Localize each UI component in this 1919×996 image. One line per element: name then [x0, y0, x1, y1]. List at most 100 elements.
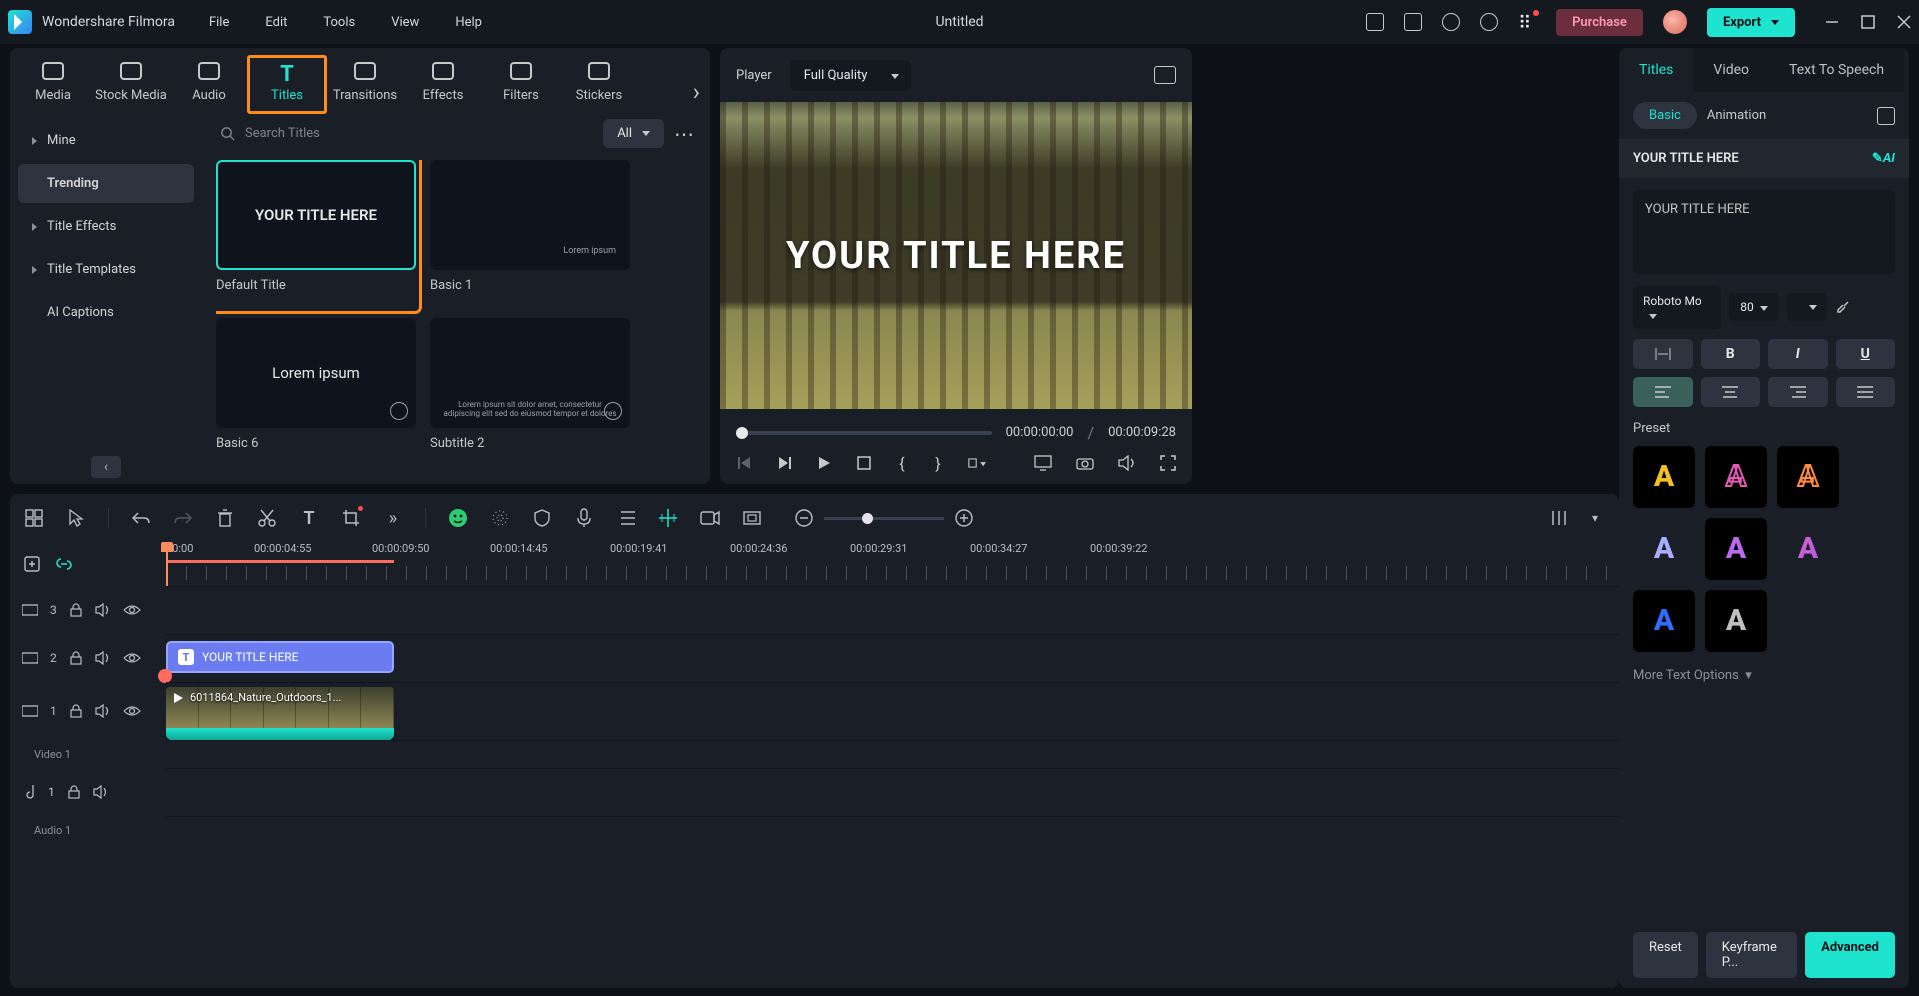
align-left-button[interactable]	[1633, 377, 1693, 407]
italic-button[interactable]: I	[1768, 339, 1828, 369]
title-thumbnail[interactable]: Lorem ipsum sit dolor amet, consectetur …	[430, 318, 630, 466]
track-mute-icon[interactable]	[95, 651, 111, 665]
layout-icon[interactable]	[24, 508, 44, 528]
export-button[interactable]: Export	[1707, 8, 1795, 37]
font-dropdown[interactable]: Roboto Mono	[1633, 286, 1721, 329]
category-mine[interactable]: Mine	[18, 121, 194, 160]
track-options-more-icon[interactable]: ▾	[1585, 508, 1605, 528]
tool-tab-stock-media[interactable]: Stock Media	[92, 56, 170, 113]
maximize-button[interactable]	[1861, 15, 1875, 29]
title-thumbnail[interactable]: Lorem ipsumBasic 1	[430, 160, 630, 308]
align-justify-button[interactable]	[1836, 377, 1896, 407]
cursor-icon[interactable]	[66, 508, 86, 528]
zoom-handle[interactable]	[862, 513, 873, 524]
minimize-button[interactable]	[1825, 15, 1839, 29]
tool-tab-filters[interactable]: Filters	[482, 56, 560, 113]
track-lane-3[interactable]	[166, 586, 1619, 634]
cut-icon[interactable]	[257, 508, 277, 528]
ai-edit-icon[interactable]: ✎AI	[1872, 151, 1895, 166]
headphones-icon[interactable]	[1480, 13, 1498, 31]
user-avatar[interactable]	[1663, 10, 1687, 34]
track-mute-icon[interactable]	[95, 704, 111, 718]
track-mute-icon[interactable]	[93, 785, 109, 799]
eyedropper-icon[interactable]	[1835, 299, 1851, 315]
keyframe-button[interactable]: Keyframe P...	[1706, 932, 1797, 978]
track-icon[interactable]	[22, 651, 38, 665]
download-icon[interactable]	[390, 402, 408, 420]
aspect-icon[interactable]	[742, 508, 762, 528]
prev-frame-icon[interactable]	[736, 454, 752, 472]
volume-icon[interactable]	[1118, 454, 1136, 472]
redo-icon[interactable]	[173, 508, 193, 528]
save-icon[interactable]	[1404, 13, 1422, 31]
filter-dropdown[interactable]: All	[603, 119, 664, 148]
inspector-tab-video[interactable]: Video	[1693, 48, 1769, 92]
record-icon[interactable]	[700, 508, 720, 528]
track-lock-icon[interactable]	[69, 651, 83, 665]
download-icon[interactable]	[604, 402, 622, 420]
sparkle-icon[interactable]	[490, 508, 510, 528]
video-clip-audio[interactable]	[166, 728, 394, 740]
close-button[interactable]	[1897, 15, 1911, 29]
tool-tab-effects[interactable]: Effects	[404, 56, 482, 113]
bold-button[interactable]: B	[1701, 339, 1761, 369]
scrubber[interactable]	[736, 431, 992, 435]
track-lane-2[interactable]: T YOUR TITLE HERE	[166, 634, 1619, 682]
add-track-icon[interactable]	[22, 554, 42, 574]
step-back-icon[interactable]	[776, 454, 792, 472]
timeline-more-icon[interactable]: »	[383, 508, 403, 528]
preset-swatch[interactable]: A	[1705, 590, 1767, 652]
stop-icon[interactable]	[856, 454, 872, 472]
preset-swatch[interactable]: A	[1633, 518, 1695, 580]
track-mute-icon[interactable]	[95, 603, 111, 617]
menu-tools[interactable]: Tools	[323, 15, 355, 30]
text-spacing-button[interactable]	[1633, 339, 1693, 369]
inspector-tab-tts[interactable]: Text To Speech	[1769, 48, 1904, 92]
zoom-out-icon[interactable]	[794, 508, 814, 528]
track-lock-icon[interactable]	[69, 603, 83, 617]
clip-trim-handle[interactable]	[158, 669, 172, 683]
track-icon[interactable]	[22, 603, 38, 617]
preset-swatch[interactable]: A	[1705, 518, 1767, 580]
track-icon[interactable]	[22, 704, 38, 718]
audio-track-icon[interactable]	[22, 784, 36, 800]
tool-tab-media[interactable]: Media	[14, 56, 92, 113]
smiley-icon[interactable]	[448, 508, 468, 528]
fullscreen-icon[interactable]	[1160, 454, 1176, 472]
mark-in-icon[interactable]: {	[896, 454, 908, 472]
menu-view[interactable]: View	[391, 15, 419, 30]
track-lock-icon[interactable]	[67, 785, 81, 799]
mic-icon[interactable]	[574, 508, 594, 528]
delete-icon[interactable]	[215, 508, 235, 528]
shield-icon[interactable]	[532, 508, 552, 528]
inspector-tab-titles[interactable]: Titles	[1619, 48, 1693, 92]
category-ai-captions[interactable]: AI Captions	[18, 293, 194, 332]
track-visibility-icon[interactable]	[123, 604, 141, 616]
track-visibility-icon[interactable]	[123, 705, 141, 717]
font-color-dropdown[interactable]	[1787, 293, 1827, 321]
playhead[interactable]	[166, 542, 168, 586]
tabs-more-icon[interactable]: ›	[693, 78, 700, 106]
category-trending[interactable]: Trending	[18, 164, 194, 203]
link-icon[interactable]	[54, 554, 74, 574]
undo-icon[interactable]	[131, 508, 151, 528]
title-thumbnail[interactable]: YOUR TITLE HEREDefault Title	[216, 160, 419, 311]
underline-button[interactable]: U	[1836, 339, 1896, 369]
preset-swatch[interactable]: A	[1777, 518, 1839, 580]
zoom-in-icon[interactable]	[954, 508, 974, 528]
preset-swatch[interactable]: A	[1633, 590, 1695, 652]
menu-edit[interactable]: Edit	[265, 15, 287, 30]
tool-tab-stickers[interactable]: Stickers	[560, 56, 638, 113]
tool-tab-audio[interactable]: Audio	[170, 56, 248, 113]
tool-tab-transitions[interactable]: Transitions	[326, 56, 404, 113]
audio-track-lane[interactable]	[166, 768, 1619, 816]
track-visibility-icon[interactable]	[123, 652, 141, 664]
track-options-icon[interactable]	[1549, 508, 1569, 528]
title-thumbnail[interactable]: Lorem ipsumBasic 6	[216, 318, 416, 466]
category-title-effects[interactable]: Title Effects	[18, 207, 194, 246]
menu-help[interactable]: Help	[455, 15, 482, 30]
quality-dropdown[interactable]: Full Quality	[790, 60, 912, 91]
menu-file[interactable]: File	[209, 15, 229, 30]
more-text-options[interactable]: More Text Options ▾	[1619, 662, 1909, 689]
advanced-button[interactable]: Advanced	[1805, 932, 1895, 978]
